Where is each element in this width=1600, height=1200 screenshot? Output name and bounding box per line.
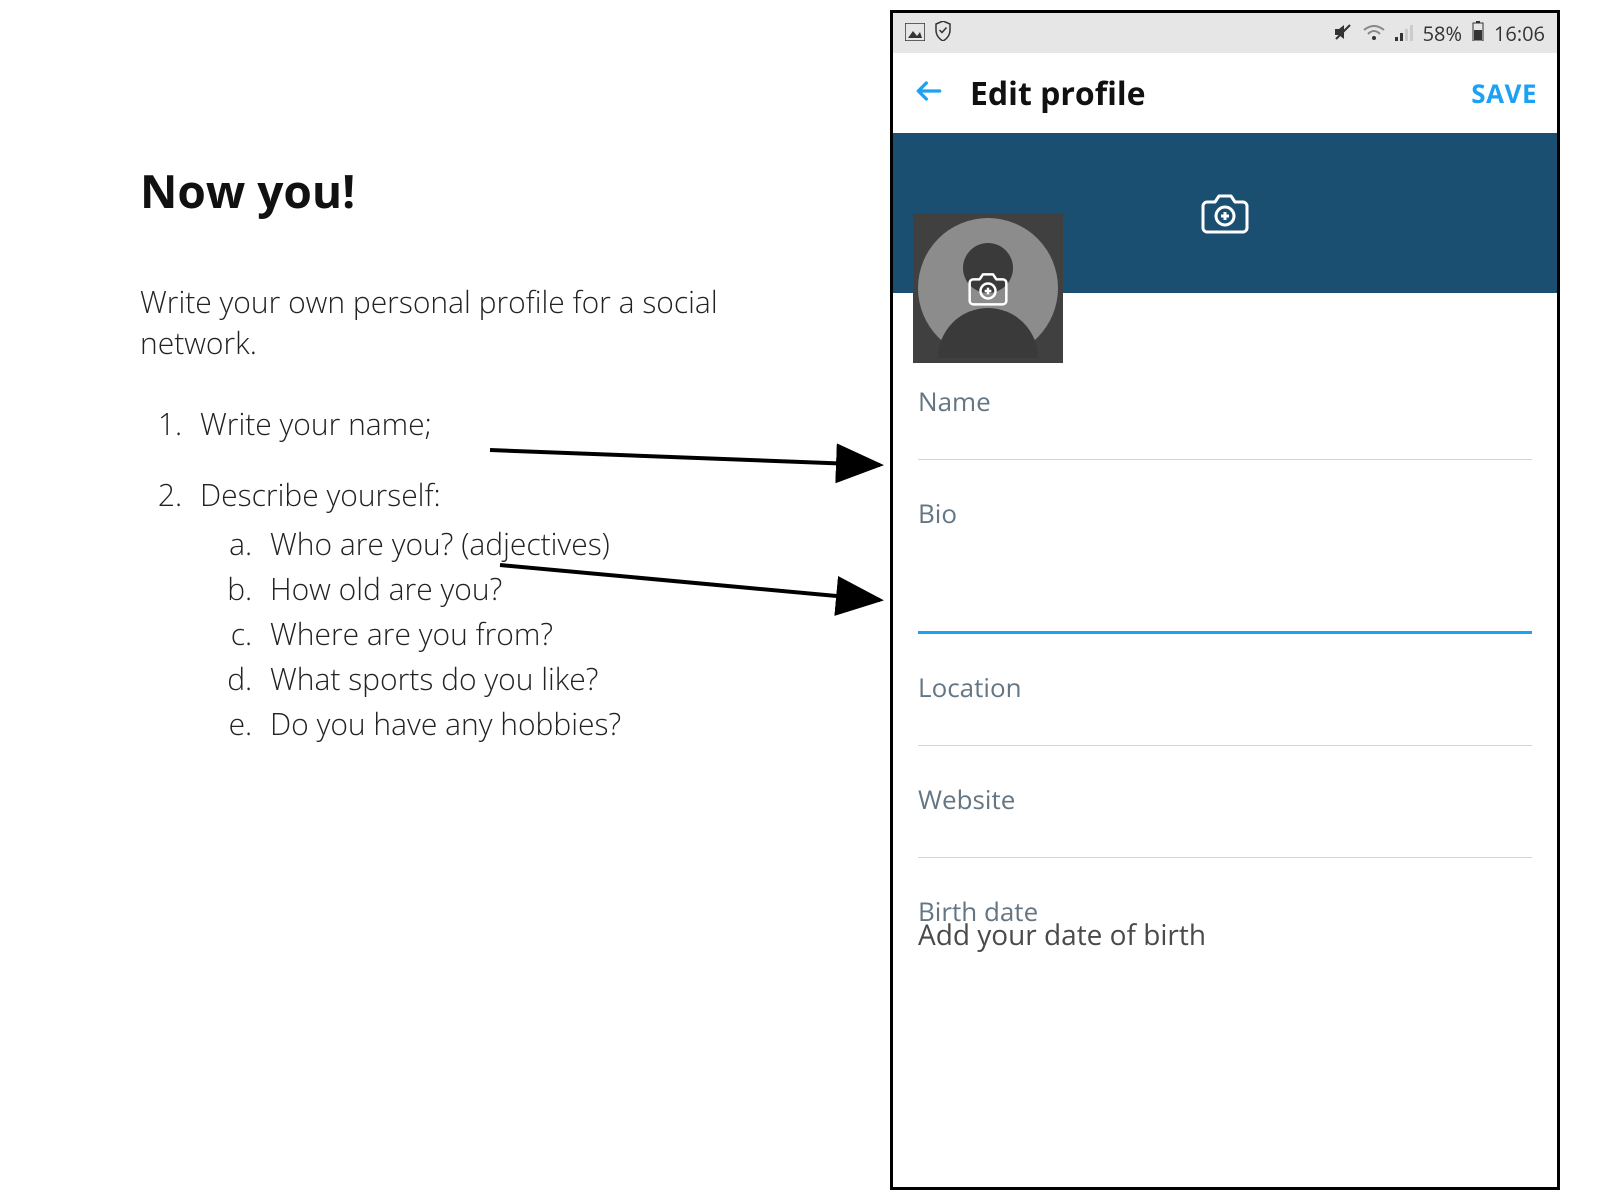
bio-field[interactable]: Bio [918, 495, 1532, 634]
back-arrow-icon[interactable] [913, 69, 945, 118]
phone-screenshot: 58% 16:06 Edit profile SAVE [890, 10, 1560, 1190]
name-label: Name [918, 383, 1532, 419]
list-item-1: Write your name; [190, 403, 780, 444]
app-title: Edit profile [970, 72, 1471, 115]
clock-time: 16:06 [1494, 20, 1545, 47]
save-button[interactable]: SAVE [1471, 75, 1537, 111]
sub-list: Who are you? (adjectives) How old are yo… [200, 523, 780, 744]
name-field[interactable]: Name [918, 383, 1532, 460]
sub-item-a: Who are you? (adjectives) [260, 523, 780, 564]
app-bar: Edit profile SAVE [893, 53, 1557, 133]
instructions-panel: Now you! Write your own personal profile… [140, 160, 780, 774]
cover-photo-area[interactable] [893, 133, 1557, 293]
battery-percent: 58% [1423, 20, 1462, 47]
intro-text: Write your own personal profile for a so… [140, 282, 780, 363]
camera-add-icon[interactable] [968, 271, 1008, 306]
location-field[interactable]: Location [918, 669, 1532, 746]
sub-item-e: Do you have any hobbies? [260, 703, 780, 744]
camera-add-icon[interactable] [1201, 192, 1249, 234]
birthdate-field[interactable]: Birth date Add your date of birth [918, 893, 1532, 954]
status-right: 58% 16:06 [1333, 20, 1545, 47]
location-label: Location [918, 669, 1532, 705]
heading: Now you! [140, 160, 780, 222]
picture-icon [905, 20, 925, 47]
status-bar: 58% 16:06 [893, 13, 1557, 53]
battery-icon [1472, 20, 1484, 47]
shield-icon [935, 20, 951, 47]
sub-item-c: Where are you from? [260, 613, 780, 654]
sub-item-d: What sports do you like? [260, 658, 780, 699]
signal-icon [1395, 20, 1413, 47]
sub-item-b: How old are you? [260, 568, 780, 609]
form-area: Name Bio Location Website Birth date Add… [893, 293, 1557, 1187]
mute-icon [1333, 20, 1353, 47]
wifi-icon [1363, 20, 1385, 47]
birthdate-placeholder: Add your date of birth [918, 916, 1532, 954]
bio-label: Bio [918, 495, 1532, 531]
website-field[interactable]: Website [918, 781, 1532, 858]
status-left [905, 20, 951, 47]
avatar-area[interactable] [913, 213, 1063, 363]
list-item-2: Describe yourself: Who are you? (adjecti… [190, 474, 780, 744]
main-list: Write your name; Describe yourself: Who … [140, 403, 780, 744]
website-label: Website [918, 781, 1532, 817]
